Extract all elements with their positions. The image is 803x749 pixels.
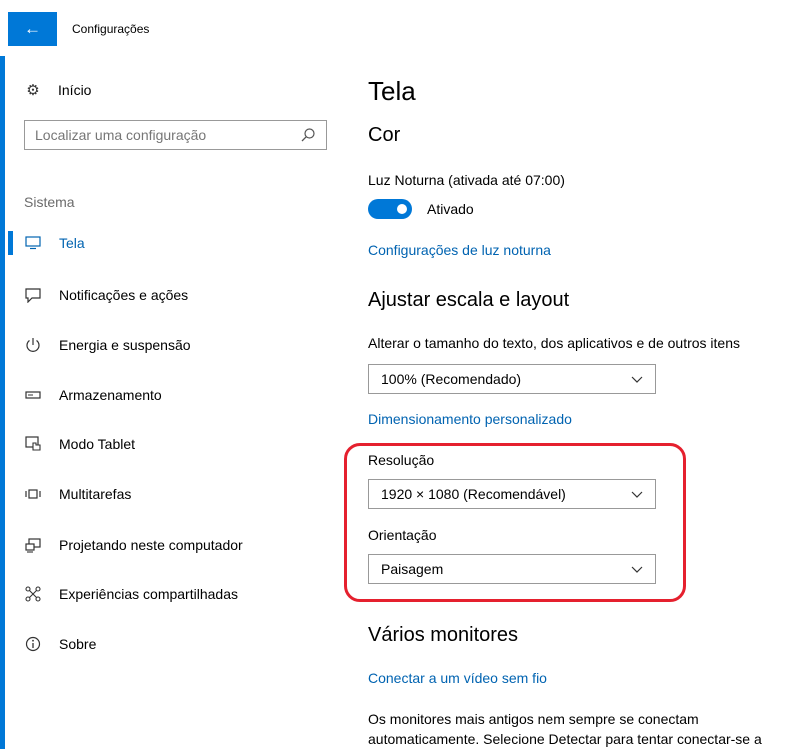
home-label: Início [58,82,92,98]
night-light-toggle[interactable] [368,199,412,219]
search-icon[interactable] [300,127,316,143]
chevron-down-icon [631,491,643,498]
wireless-display-link[interactable]: Conectar a um vídeo sem fio [368,670,547,686]
monitor-icon [24,234,42,252]
sidebar-item-label: Experiências compartilhadas [59,586,238,602]
older-displays-text-line1: Os monitores mais antigos nem sempre se … [368,711,699,727]
sidebar-item-label: Armazenamento [59,387,162,403]
multitasking-icon [24,485,42,503]
tablet-mode-icon [24,435,42,453]
scale-heading: Ajustar escala e layout [368,289,570,311]
info-icon [24,635,42,653]
sidebar-item-label: Projetando neste computador [59,537,243,553]
sidebar-item-label: Tela [59,235,85,251]
sidebar-item-label: Multitarefas [59,486,132,502]
chevron-down-icon [631,376,643,383]
resolution-label: Resolução [368,452,435,468]
gear-icon: ⚙ [26,82,40,99]
sidebar-item-label: Sobre [59,636,97,652]
night-light-state: Ativado [427,201,474,217]
sidebar-section-label: Sistema [24,194,75,210]
custom-scaling-link[interactable]: Dimensionamento personalizado [368,411,572,427]
multiple-displays-heading: Vários monitores [368,624,519,646]
resolution-dropdown[interactable]: 1920 × 1080 (Recomendável) [368,479,656,509]
sidebar-item-notifications[interactable]: Notificações e ações [0,281,340,309]
night-light-label: Luz Noturna (ativada até 07:00) [368,172,565,188]
sidebar-item-storage[interactable]: Armazenamento [0,381,340,409]
storage-icon [24,386,42,404]
shared-experiences-icon [24,585,42,603]
notification-icon [24,286,42,304]
power-icon [24,336,42,354]
sidebar-item-label: Modo Tablet [59,436,136,452]
search-input[interactable] [25,121,300,149]
home-link[interactable]: ⚙ Início [24,79,91,101]
sidebar-item-shared-experiences[interactable]: Experiências compartilhadas [0,580,340,608]
sidebar-item-tela[interactable]: Tela [0,229,340,257]
older-displays-text-line2: automaticamente. Selecione Detectar para… [368,731,762,747]
back-arrow-icon: ← [24,19,41,38]
page-title: Tela [368,76,416,106]
color-heading: Cor [368,124,401,146]
sidebar-item-about[interactable]: Sobre [0,630,340,658]
sidebar-item-power[interactable]: Energia e suspensão [0,331,340,359]
sidebar-item-projecting[interactable]: Projetando neste computador [0,531,340,559]
sidebar-item-label: Energia e suspensão [59,337,191,353]
title-bar: ← Configurações [0,0,803,56]
orientation-dropdown[interactable]: Paisagem [368,554,656,584]
back-button[interactable]: ← [8,12,57,46]
sidebar-item-label: Notificações e ações [59,287,189,303]
selection-indicator [8,231,13,255]
orientation-label: Orientação [368,527,437,543]
scale-dropdown-value: 100% (Recomendado) [381,371,522,387]
toggle-knob [397,204,407,214]
scale-description: Alterar o tamanho do texto, dos aplicati… [368,335,740,351]
search-box[interactable] [24,120,327,150]
night-light-settings-link[interactable]: Configurações de luz noturna [368,242,551,258]
orientation-dropdown-value: Paisagem [381,561,444,577]
window-title: Configurações [72,22,150,36]
chevron-down-icon [631,566,643,573]
sidebar-item-multitasking[interactable]: Multitarefas [0,480,340,508]
scale-dropdown[interactable]: 100% (Recomendado) [368,364,656,394]
sidebar-item-tablet-mode[interactable]: Modo Tablet [0,430,340,458]
projecting-icon [24,536,42,554]
resolution-dropdown-value: 1920 × 1080 (Recomendável) [381,486,566,502]
